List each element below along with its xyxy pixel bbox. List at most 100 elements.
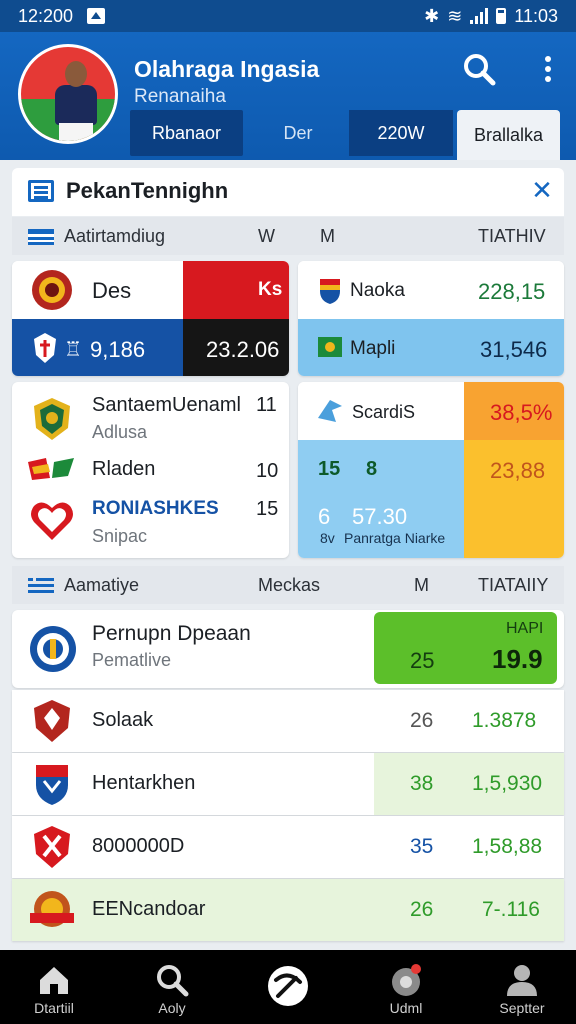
list-item[interactable]: EENcandoar 26 7-.116 — [12, 879, 564, 941]
person-icon — [507, 965, 537, 996]
nav-profile-label: Septter — [499, 1000, 545, 1016]
featured-num: 25 — [410, 648, 435, 673]
bird-icon — [318, 400, 342, 422]
stats-row-a: 15 — [318, 458, 341, 480]
featured-value: 19.9 — [492, 644, 543, 674]
bluetooth-icon: ✱ — [424, 5, 440, 26]
status-time-right: 11:03 — [514, 5, 558, 26]
list-row-name: 8000000D — [92, 835, 185, 857]
section-2-col-m: M — [414, 575, 429, 595]
tab-220w[interactable]: 220W — [349, 110, 453, 156]
stats-foot-b: Panratga Niarke — [344, 530, 446, 546]
dice-icon: ♖ — [64, 339, 82, 361]
list-item[interactable]: Solaak 26 1.3878 — [12, 690, 564, 752]
shield-crest-icon — [36, 765, 68, 805]
featured-row[interactable]: Pernupn Dpeaan Pematlive HAPI 25 19.9 — [12, 610, 564, 688]
list-icon — [28, 180, 54, 202]
team-row3-sub: Snipac — [92, 526, 148, 546]
list-row-value: 7-.116 — [482, 898, 540, 921]
panel-header: PekanTennighn ✕ — [12, 168, 564, 216]
team-crest-icon — [32, 270, 72, 310]
search-icon — [157, 965, 189, 997]
team-row2-name[interactable]: Rladen — [92, 458, 155, 481]
tab-der[interactable]: Der — [248, 110, 348, 156]
row1-label: Naoka — [350, 280, 405, 301]
nav-home[interactable]: Dtartiil — [4, 950, 104, 1024]
team-row3-num: 15 — [256, 498, 279, 520]
club-crest-icon — [30, 626, 76, 672]
nav-ball[interactable]: Udml — [356, 950, 456, 1024]
nav-search-label: Aoly — [158, 1000, 186, 1016]
team-row1-sub: Adlusa — [92, 422, 148, 442]
list-row-num: 38 — [410, 772, 434, 795]
eagle-crest-icon — [34, 700, 70, 742]
team-row2-num: 10 — [256, 460, 279, 482]
section-1-label: Aatirtamdiug — [64, 226, 166, 246]
stats-card-scardis[interactable]: ScardiS 38,5% 15 8 23,88 6 57.30 8v Panr… — [298, 382, 564, 558]
flag-green-icon — [318, 337, 342, 357]
list-item[interactable]: Hentarkhen 38 1,5,930 — [12, 753, 564, 815]
list-item[interactable]: 8000000D 35 1,58,88 — [12, 816, 564, 878]
battery-icon — [496, 8, 507, 24]
stats-row-d: 57.30 — [352, 504, 408, 529]
tab-rbanaor[interactable]: Rbanaor — [130, 110, 243, 156]
section-2-col-meckas: Meckas — [258, 575, 321, 595]
more-menu-icon[interactable] — [540, 54, 556, 84]
list-row-name: Solaak — [92, 709, 154, 731]
featured-score-box: HAPI 25 19.9 — [374, 612, 557, 684]
stats-title: ScardiS — [352, 402, 416, 422]
list-row-value: 1,58,88 — [472, 835, 543, 858]
nav-center[interactable] — [238, 950, 338, 1024]
ball-icon — [392, 964, 421, 996]
app-title: Olahraga Ingasia — [134, 56, 320, 82]
laurel-crest-icon — [34, 398, 70, 440]
nav-home-label: Dtartiil — [34, 1000, 74, 1016]
app-subtitle: Renanaiha — [134, 86, 226, 107]
stats-row-c: 6 — [318, 504, 331, 529]
search-icon[interactable] — [462, 52, 496, 86]
section-2-label: Aamatiye — [64, 575, 140, 595]
section-header-1: Aatirtamdiug W M TIATHIV — [12, 217, 564, 255]
team-row3-name[interactable]: RONIASHKES — [92, 498, 219, 520]
score-value: 23.2.06 — [206, 337, 280, 362]
list-row-num: 26 — [410, 709, 434, 732]
featured-tag: HAPI — [506, 620, 544, 637]
player-avatar[interactable] — [18, 44, 118, 144]
section-header-2: Aamatiye Meckas M TIATAIIY — [12, 566, 564, 604]
shield-flag-icon — [320, 279, 340, 304]
signal-icon — [470, 8, 489, 24]
shield-icon — [34, 333, 56, 363]
nav-ball-label: Udml — [389, 1000, 423, 1016]
list-row-num: 26 — [410, 898, 434, 921]
match-card-des[interactable]: Des Ks ♖ 9,186 23.2.06 — [12, 261, 289, 376]
featured-name: Pernupn Dpeaan — [92, 622, 251, 645]
section-2-col-total: TIATAIIY — [478, 575, 549, 595]
flag-icon — [28, 229, 54, 245]
team-row1-name[interactable]: SantaemUenaml — [92, 394, 241, 417]
list-row-value: 1.3878 — [472, 709, 537, 732]
match-card-naoka[interactable]: Naoka 228,15 Mapli 31,546 — [298, 261, 564, 376]
bottom-nav: Dtartiil Aoly Udml Septter — [0, 950, 576, 1024]
stats-foot-a: 8v — [320, 530, 335, 546]
tab-brallalka[interactable]: Brallalka — [457, 110, 560, 160]
team-badge: Ks — [258, 279, 283, 300]
list-row-name: EENcandoar — [92, 898, 206, 920]
nav-search[interactable]: Aoly — [122, 950, 222, 1024]
section-1-col-total: TIATHIV — [478, 226, 546, 246]
notification-icon — [87, 8, 106, 24]
row1-value: 228,15 — [478, 279, 546, 304]
pickaxe-icon — [268, 966, 308, 1006]
stats-val1: 38,5% — [490, 400, 553, 425]
list-lines-icon — [28, 578, 54, 593]
ribbon-crest-icon — [30, 891, 74, 927]
section-1-col-w: W — [258, 226, 275, 246]
heart-crest-icon — [31, 502, 73, 540]
section-1-col-m: M — [320, 226, 335, 246]
tab-bar: Rbanaor Der 220W Brallalka — [130, 110, 560, 160]
team-row1-num: 11 — [256, 394, 277, 416]
nav-profile[interactable]: Septter — [472, 950, 572, 1024]
home-icon — [40, 967, 68, 994]
teams-list-card: SantaemUenaml 11 Adlusa Rladen 10 RONIAS… — [12, 382, 289, 558]
close-icon[interactable]: ✕ — [530, 177, 554, 203]
stats-row-b: 8 — [366, 458, 378, 480]
